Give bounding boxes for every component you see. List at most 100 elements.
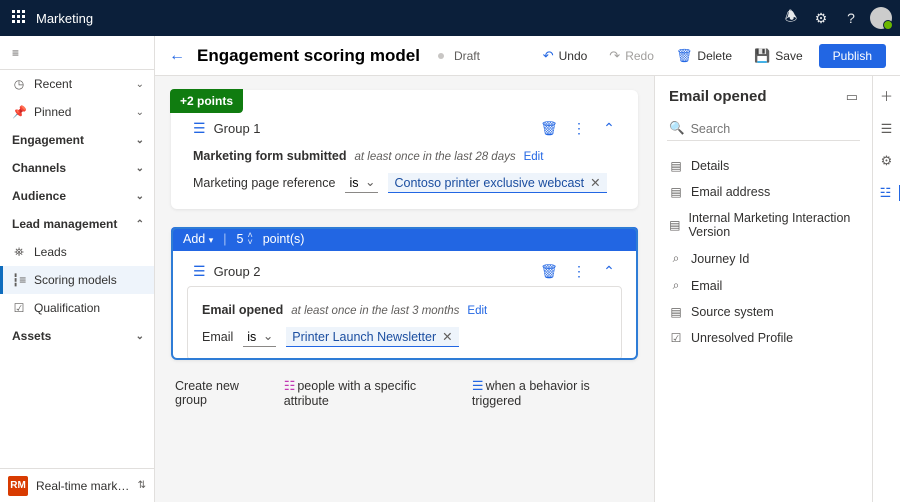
condition-edit-link[interactable]: Edit: [467, 305, 487, 317]
panel-search-input[interactable]: [691, 122, 858, 136]
panel-item-unresolved-profile[interactable]: ☑Unresolved Profile: [659, 325, 868, 351]
points-edit-strip: Add ▾ | 5 ˄˅ point(s): [171, 227, 638, 251]
area-label: Real-time marketi…: [36, 479, 130, 493]
attribute-icon: ☷: [284, 378, 296, 393]
checkbox-icon: ☑: [669, 331, 683, 345]
app-launcher-icon[interactable]: [12, 10, 28, 26]
condition-edit-link[interactable]: Edit: [524, 151, 544, 163]
field-icon: ▤: [669, 218, 680, 232]
redo-button: ↷Redo: [603, 44, 660, 68]
chevron-down-icon: ⌄: [136, 163, 144, 174]
group-more-icon[interactable]: ⋮: [568, 120, 590, 137]
chevron-down-icon: ▾: [209, 235, 214, 245]
status-label: Draft: [454, 49, 480, 63]
nav-recent[interactable]: ◷ Recent ⌄: [0, 70, 154, 98]
key-icon: ⌕: [669, 251, 683, 266]
updown-icon: ⇅: [138, 480, 146, 491]
nav-section-assets[interactable]: Assets⌄: [0, 322, 154, 350]
nav-section-audience[interactable]: Audience⌄: [0, 182, 154, 210]
chevron-down-icon: ⌄: [136, 135, 144, 146]
chevron-down-icon: ⌄: [136, 79, 144, 90]
delete-button[interactable]: 🗑Delete: [670, 44, 738, 68]
panel-item-source-system[interactable]: ▤Source system: [659, 299, 868, 325]
group-collapse-icon[interactable]: ⌃: [598, 263, 620, 280]
create-attribute-group-link[interactable]: ☷people with a specific attribute: [284, 378, 460, 408]
publish-button[interactable]: Publish: [819, 44, 886, 68]
nav-qualification[interactable]: ☑ Qualification: [0, 294, 154, 322]
undo-icon: ↶: [543, 48, 554, 64]
points-badge: +2 points: [170, 89, 243, 113]
panel-title: Email opened: [669, 88, 846, 105]
status-dot-icon: [438, 53, 444, 59]
save-icon: 💾: [754, 48, 770, 64]
nav-scoring-label: Scoring models: [34, 273, 144, 287]
panel-pin-icon[interactable]: ▭: [846, 89, 858, 105]
properties-panel: Email opened ▭ 🔍 ▤Details ▤Email address…: [654, 76, 872, 502]
toolrail-list-icon[interactable]: ☰: [873, 121, 900, 137]
nav-section-engagement[interactable]: Engagement⌄: [0, 126, 154, 154]
group-delete-icon[interactable]: 🗑: [538, 263, 560, 280]
main-region: ← Engagement scoring model Draft ↶Undo ↷…: [155, 36, 900, 502]
back-button[interactable]: ←: [169, 47, 185, 65]
toolrail-add-icon[interactable]: ＋: [873, 86, 900, 105]
save-button[interactable]: 💾Save: [748, 44, 809, 68]
panel-item-interaction-version[interactable]: ▤Internal Marketing Interaction Version: [659, 205, 868, 245]
panel-item-journey-id[interactable]: ⌕Journey Id: [659, 245, 868, 272]
key-icon: ⌕: [669, 278, 683, 293]
points-action-dropdown[interactable]: Add ▾: [183, 232, 213, 246]
search-icon: 🔍: [669, 121, 685, 136]
area-badge: RM: [8, 476, 28, 496]
nav-qualification-label: Qualification: [34, 301, 144, 315]
user-avatar[interactable]: [870, 7, 892, 29]
panel-search-box[interactable]: 🔍: [667, 117, 860, 141]
filter-value-text: Printer Launch Newsletter: [292, 330, 436, 344]
group-delete-icon[interactable]: 🗑: [538, 120, 560, 137]
leads-icon: ⛯: [12, 245, 26, 260]
chevron-down-icon: ⌄: [136, 107, 144, 118]
behavior-icon: ☰: [472, 378, 484, 393]
create-new-group-link[interactable]: Create new group: [175, 379, 272, 407]
nav-leads-label: Leads: [34, 245, 144, 259]
nav-collapse-button[interactable]: ≡: [0, 36, 154, 70]
panel-item-email-address[interactable]: ▤Email address: [659, 179, 868, 205]
nav-section-lead-management[interactable]: Lead management⌃: [0, 210, 154, 238]
panel-item-details[interactable]: ▤Details: [659, 153, 868, 179]
filter-operator-dropdown[interactable]: is: [243, 328, 276, 347]
group-collapse-icon[interactable]: ⌃: [598, 120, 620, 137]
panel-item-email[interactable]: ⌕Email: [659, 272, 868, 299]
filter-value-tag[interactable]: Contoso printer exclusive webcast ✕: [388, 173, 606, 193]
undo-button[interactable]: ↶Undo: [537, 44, 594, 68]
tag-remove-icon[interactable]: ✕: [442, 329, 452, 344]
tool-rail: ＋ ☰ ⚙ ☳: [872, 76, 900, 502]
field-icon: ▤: [669, 185, 683, 199]
toolrail-settings-icon[interactable]: ⚙: [873, 153, 900, 169]
points-number-input[interactable]: 5 ˄˅: [237, 232, 253, 246]
help-icon[interactable]: ?: [836, 10, 866, 26]
app-name: Marketing: [36, 11, 93, 26]
command-bar: ← Engagement scoring model Draft ↶Undo ↷…: [155, 36, 900, 76]
filter-field: Marketing page reference: [193, 176, 335, 190]
tag-remove-icon[interactable]: ✕: [590, 175, 600, 190]
chevron-down-icon: ⌄: [136, 331, 144, 342]
condition-frequency: at least once in the last 28 days: [355, 151, 516, 163]
scoring-icon: ┇≡: [12, 273, 26, 287]
trash-icon: 🗑: [676, 48, 693, 64]
group-name: Group 2: [214, 264, 530, 279]
toolrail-elements-icon[interactable]: ☳: [873, 185, 900, 201]
nav-leads[interactable]: ⛯ Leads: [0, 238, 154, 266]
score-group-1[interactable]: +2 points ☰ Group 1 🗑 ⋮ ⌃ Marketing form…: [171, 90, 638, 209]
score-group-2[interactable]: Add ▾ | 5 ˄˅ point(s) ☰ Group 2 🗑 ⋮ ⌃: [171, 227, 638, 360]
nav-pinned[interactable]: 📌 Pinned ⌄: [0, 98, 154, 126]
nav-scoring-models[interactable]: ┇≡ Scoring models: [0, 266, 154, 294]
filter-operator-dropdown[interactable]: is: [345, 174, 378, 193]
group-icon: ☰: [193, 263, 206, 280]
group-more-icon[interactable]: ⋮: [568, 263, 590, 280]
filter-value-tag[interactable]: Printer Launch Newsletter ✕: [286, 327, 458, 347]
nav-section-channels[interactable]: Channels⌄: [0, 154, 154, 182]
create-behavior-group-link[interactable]: ☰when a behavior is triggered: [472, 378, 638, 408]
area-switcher[interactable]: RM Real-time marketi… ⇅: [0, 468, 154, 502]
condition-title: Email opened: [202, 303, 283, 317]
settings-gear-icon[interactable]: ⚙: [806, 10, 836, 27]
notifications-icon[interactable]: 🕭: [776, 6, 806, 30]
filter-field: Email: [202, 330, 233, 344]
